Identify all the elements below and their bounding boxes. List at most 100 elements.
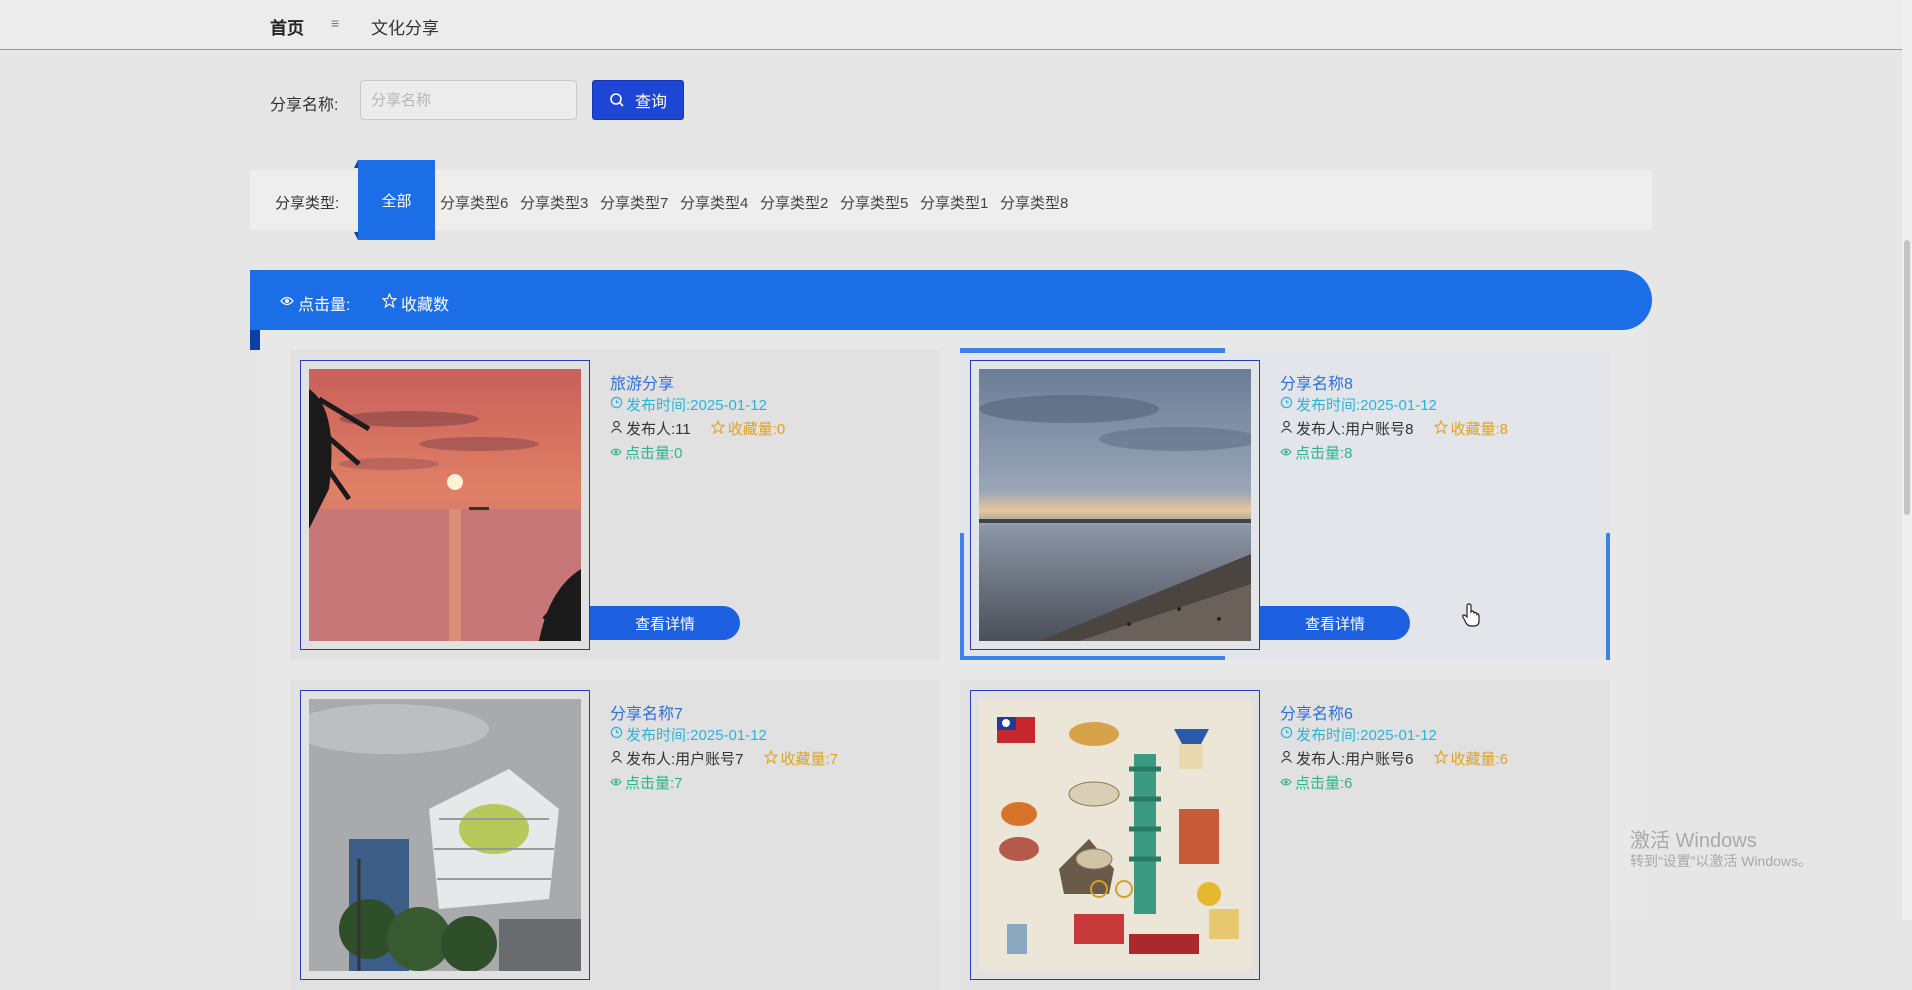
search-button-label: 查询 (634, 94, 667, 111)
card-fav-text: 收藏量:7 (780, 751, 839, 768)
eye-icon (610, 444, 622, 461)
card-favorites: 收藏量:0 (710, 418, 786, 439)
card-author: 发布人:用户账号8 (1280, 418, 1414, 439)
share-type-item[interactable]: 分享类型3 (520, 192, 600, 213)
share-name-search-input[interactable] (360, 80, 577, 120)
clock-icon (1280, 726, 1293, 743)
nav-culture-share-link[interactable]: 文化分享 (371, 14, 439, 39)
clock-icon (610, 396, 623, 413)
thumbnail-frame (300, 360, 590, 650)
menu-icon[interactable]: ≡ (331, 15, 339, 31)
sort-clicks-label: 点击量: (298, 297, 351, 314)
card-favorites: 收藏量:7 (762, 748, 839, 769)
hand-cursor-icon (1462, 603, 1480, 632)
card-clicks-text: 点击量:8 (1295, 445, 1353, 462)
eye-icon (1280, 774, 1292, 791)
thumbnail-frame (300, 690, 590, 980)
search-button[interactable]: 查询 (592, 80, 684, 120)
beach-dusk-image[interactable] (979, 369, 1251, 641)
share-type-item[interactable]: 分享类型2 (760, 192, 840, 213)
search-icon (609, 92, 625, 108)
card-meta: 发布人:11 收藏量:0 (610, 418, 785, 439)
sort-by-clicks[interactable]: 点击量: (280, 291, 350, 315)
share-type-item[interactable]: 分享类型8 (1000, 192, 1080, 213)
star-icon (1432, 748, 1449, 768)
card-clicks: 点击量:7 (610, 772, 683, 793)
sort-bar-notch (250, 330, 260, 350)
card-clicks-text: 点击量:7 (625, 775, 683, 792)
thumbnail-frame (970, 690, 1260, 980)
card-publish-date: 发布时间:2025-01-12 (1280, 724, 1437, 745)
card-publish-date: 发布时间:2025-01-12 (610, 724, 767, 745)
star-icon (1432, 418, 1449, 438)
card-fav-text: 收藏量:0 (727, 421, 786, 438)
taiwan-illustration-image[interactable] (979, 699, 1251, 971)
windows-activation-watermark-hint: 转到“设置”以激活 Windows。 (1630, 853, 1813, 869)
card-clicks: 点击量:6 (1280, 772, 1353, 793)
view-details-button[interactable]: 查看详情 (590, 606, 740, 640)
eye-icon (1280, 444, 1292, 461)
card-hover-accent (960, 533, 964, 660)
thumbnail-frame (970, 360, 1260, 650)
card-title[interactable]: 分享名称6 (1280, 700, 1353, 724)
sort-bar: 点击量: 收藏数 (250, 270, 1652, 330)
star-icon (762, 748, 779, 768)
card-clicks: 点击量:0 (610, 442, 683, 463)
sort-favorites-label: 收藏数 (401, 297, 450, 314)
card-author: 发布人:11 (610, 418, 691, 439)
card-fav-text: 收藏量:8 (1450, 421, 1509, 438)
top-nav: 首页 ≡ 文化分享 (0, 0, 1902, 50)
card-hover-accent (960, 348, 1225, 353)
share-type-label: 分享类型: (275, 195, 340, 212)
sort-by-favorites[interactable]: 收藏数 (381, 291, 450, 315)
share-card[interactable]: 分享名称6 发布时间:2025-01-12 发布人:用户账号6 收藏量:6 点击… (960, 680, 1610, 990)
card-date-text: 发布时间:2025-01-12 (1296, 727, 1437, 744)
user-icon (1280, 750, 1293, 767)
card-author: 发布人:用户账号6 (1280, 748, 1414, 769)
share-card[interactable]: 分享名称8 发布时间:2025-01-12 发布人:用户账号8 收藏量:8 点击… (960, 348, 1610, 660)
card-hover-accent (1606, 533, 1610, 660)
view-details-button[interactable]: 查看详情 (1260, 606, 1410, 640)
card-title[interactable]: 分享名称8 (1280, 370, 1353, 394)
card-author-text: 发布人:用户账号7 (626, 751, 744, 768)
card-hover-accent (960, 656, 1225, 660)
share-type-list: 分享类型6 分享类型3 分享类型7 分享类型4 分享类型2 分享类型5 分享类型… (440, 192, 1080, 213)
card-author-text: 发布人:用户账号8 (1296, 421, 1414, 438)
share-list: 旅游分享 发布时间:2025-01-12 发布人:11 收藏量:0 点击量:0 … (260, 330, 1642, 990)
card-favorites: 收藏量:8 (1432, 418, 1509, 439)
card-author-text: 发布人:11 (626, 421, 691, 438)
user-icon (610, 750, 623, 767)
card-meta: 发布人:用户账号8 收藏量:8 (1280, 418, 1508, 439)
card-date-text: 发布时间:2025-01-12 (626, 727, 767, 744)
card-fav-text: 收藏量:6 (1450, 751, 1509, 768)
clock-icon (610, 726, 623, 743)
share-card[interactable]: 旅游分享 发布时间:2025-01-12 发布人:11 收藏量:0 点击量:0 … (290, 350, 940, 660)
card-clicks: 点击量:8 (1280, 442, 1353, 463)
share-type-item[interactable]: 分享类型1 (920, 192, 1000, 213)
share-type-all-tab[interactable]: 全部 (354, 160, 435, 240)
share-type-item[interactable]: 分享类型7 (600, 192, 680, 213)
share-card[interactable]: 分享名称7 发布时间:2025-01-12 发布人:用户账号7 收藏量:7 点击… (290, 680, 940, 990)
sunset-sea-image[interactable] (309, 369, 581, 641)
share-type-item[interactable]: 分享类型5 (840, 192, 920, 213)
card-title[interactable]: 分享名称7 (610, 700, 683, 724)
share-type-item[interactable]: 分享类型4 (680, 192, 760, 213)
star-icon (381, 292, 398, 313)
card-date-text: 发布时间:2025-01-12 (626, 397, 767, 414)
user-icon (1280, 420, 1293, 437)
page-scrollbar[interactable] (1902, 0, 1912, 920)
eye-icon (610, 774, 622, 791)
user-icon (610, 420, 623, 437)
card-meta: 发布人:用户账号7 收藏量:7 (610, 748, 838, 769)
modern-building-image[interactable] (309, 699, 581, 971)
card-author-text: 发布人:用户账号6 (1296, 751, 1414, 768)
share-type-item[interactable]: 分享类型6 (440, 192, 520, 213)
clock-icon (1280, 396, 1293, 413)
eye-icon (280, 294, 294, 312)
scrollbar-thumb[interactable] (1904, 240, 1910, 515)
card-title[interactable]: 旅游分享 (610, 370, 674, 394)
card-clicks-text: 点击量:6 (1295, 775, 1353, 792)
nav-home-link[interactable]: 首页 (270, 14, 304, 39)
star-icon (710, 418, 726, 438)
windows-activation-watermark-title: 激活 Windows (1630, 830, 1757, 852)
